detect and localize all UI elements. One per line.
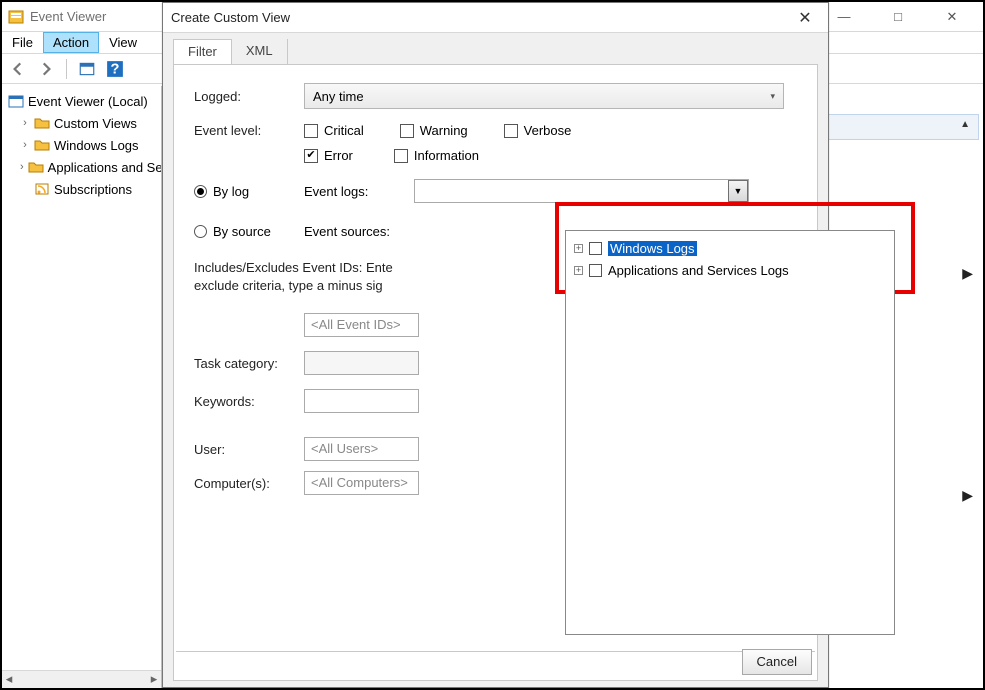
close-button[interactable]: ✕ — [939, 6, 965, 28]
help-button[interactable]: ? — [103, 57, 127, 81]
user-input[interactable]: <All Users> — [304, 437, 419, 461]
dialog-title: Create Custom View — [171, 10, 290, 25]
tree-item-subscriptions[interactable]: Subscriptions — [6, 178, 161, 200]
parent-title: Event Viewer — [30, 9, 106, 24]
menu-view[interactable]: View — [99, 32, 147, 53]
tree-h-scrollbar[interactable]: ◂ ▸ — [2, 670, 161, 688]
tree-root-label: Event Viewer (Local) — [28, 94, 148, 109]
tab-filter[interactable]: Filter — [173, 39, 232, 64]
popup-item-apps-services[interactable]: + Applications and Services Logs — [574, 259, 886, 281]
scroll-left-icon[interactable]: ◂ — [2, 671, 16, 687]
tree-item-custom-views[interactable]: › Custom Views — [6, 112, 161, 134]
minimize-button[interactable]: — — [831, 6, 857, 28]
tree-pane: Event Viewer (Local) › Custom Views › Wi… — [2, 86, 162, 688]
nav-back-button[interactable] — [6, 57, 30, 81]
tab-xml[interactable]: XML — [232, 39, 288, 64]
logged-dropdown[interactable]: Any time ▾ — [304, 83, 784, 109]
actions-header[interactable] — [828, 114, 979, 140]
expander-icon[interactable]: › — [20, 161, 24, 173]
tree-expand-icon[interactable]: + — [574, 266, 583, 275]
level-information-checkbox[interactable]: Information — [394, 148, 479, 163]
level-error-checkbox[interactable]: Error — [304, 148, 353, 163]
by-log-radio[interactable]: By log — [194, 184, 249, 199]
dialog-tabs: Filter XML — [173, 39, 818, 65]
folder-icon — [34, 137, 50, 153]
logged-value: Any time — [313, 89, 364, 104]
folder-icon — [28, 159, 44, 175]
scroll-right-icon[interactable]: ▸ — [147, 671, 161, 687]
properties-button[interactable] — [75, 57, 99, 81]
keywords-label: Keywords: — [194, 394, 304, 409]
nav-forward-button[interactable] — [34, 57, 58, 81]
level-warning-checkbox[interactable]: Warning — [400, 123, 468, 138]
popup-item-windows-logs[interactable]: + Windows Logs — [574, 237, 886, 259]
expander-icon — [20, 183, 30, 195]
computers-label: Computer(s): — [194, 476, 304, 491]
maximize-button[interactable]: □ — [885, 6, 911, 28]
by-source-radio[interactable]: By source — [194, 224, 271, 239]
menu-file[interactable]: File — [2, 32, 43, 53]
event-logs-dropdown[interactable]: ▼ — [414, 179, 749, 203]
event-logs-popup: + Windows Logs + Applications and Servic… — [565, 230, 895, 635]
popup-checkbox[interactable] — [589, 242, 602, 255]
event-ids-input[interactable]: <All Event IDs> — [304, 313, 419, 337]
event-level-label: Event level: — [194, 123, 304, 138]
logged-label: Logged: — [194, 89, 304, 104]
task-category-label: Task category: — [194, 356, 304, 371]
level-verbose-checkbox[interactable]: Verbose — [504, 123, 572, 138]
groupbox-underline — [176, 651, 815, 652]
event-viewer-icon — [8, 93, 24, 109]
expander-icon[interactable]: › — [20, 139, 30, 151]
toolbar-separator — [66, 59, 67, 79]
expander-icon[interactable]: › — [20, 117, 30, 129]
tree-expand-icon[interactable]: + — [574, 244, 583, 253]
dropdown-button[interactable]: ▼ — [728, 180, 748, 202]
subscriptions-icon — [34, 181, 50, 197]
chevron-down-icon: ▾ — [770, 91, 775, 102]
dialog-close-button[interactable]: ✕ — [790, 8, 820, 28]
tree-item-apps-services[interactable]: › Applications and Services Logs — [6, 156, 161, 178]
app-icon — [8, 9, 24, 25]
dialog-titlebar[interactable]: Create Custom View ✕ — [163, 3, 828, 33]
tree-item-label: Custom Views — [54, 116, 137, 131]
task-category-input — [304, 351, 419, 375]
popup-item-label: Applications and Services Logs — [608, 263, 789, 278]
popup-checkbox[interactable] — [589, 264, 602, 277]
folder-icon — [34, 115, 50, 131]
keywords-input[interactable] — [304, 389, 419, 413]
event-sources-label: Event sources: — [304, 224, 414, 239]
event-logs-label: Event logs: — [304, 184, 414, 199]
menu-action[interactable]: Action — [43, 32, 99, 53]
parent-caption-buttons: — □ ✕ — [831, 6, 977, 28]
tree-item-label: Applications and Services Logs — [48, 160, 162, 175]
tree-root-node[interactable]: Event Viewer (Local) — [6, 90, 161, 112]
computers-input[interactable]: <All Computers> — [304, 471, 419, 495]
tree-item-windows-logs[interactable]: › Windows Logs — [6, 134, 161, 156]
tree-item-label: Windows Logs — [54, 138, 139, 153]
svg-text:?: ? — [111, 61, 120, 77]
level-critical-checkbox[interactable]: Critical — [304, 123, 364, 138]
popup-item-label: Windows Logs — [608, 241, 697, 256]
cancel-button[interactable]: Cancel — [742, 649, 812, 675]
user-label: User: — [194, 442, 304, 457]
tree-item-label: Subscriptions — [54, 182, 132, 197]
